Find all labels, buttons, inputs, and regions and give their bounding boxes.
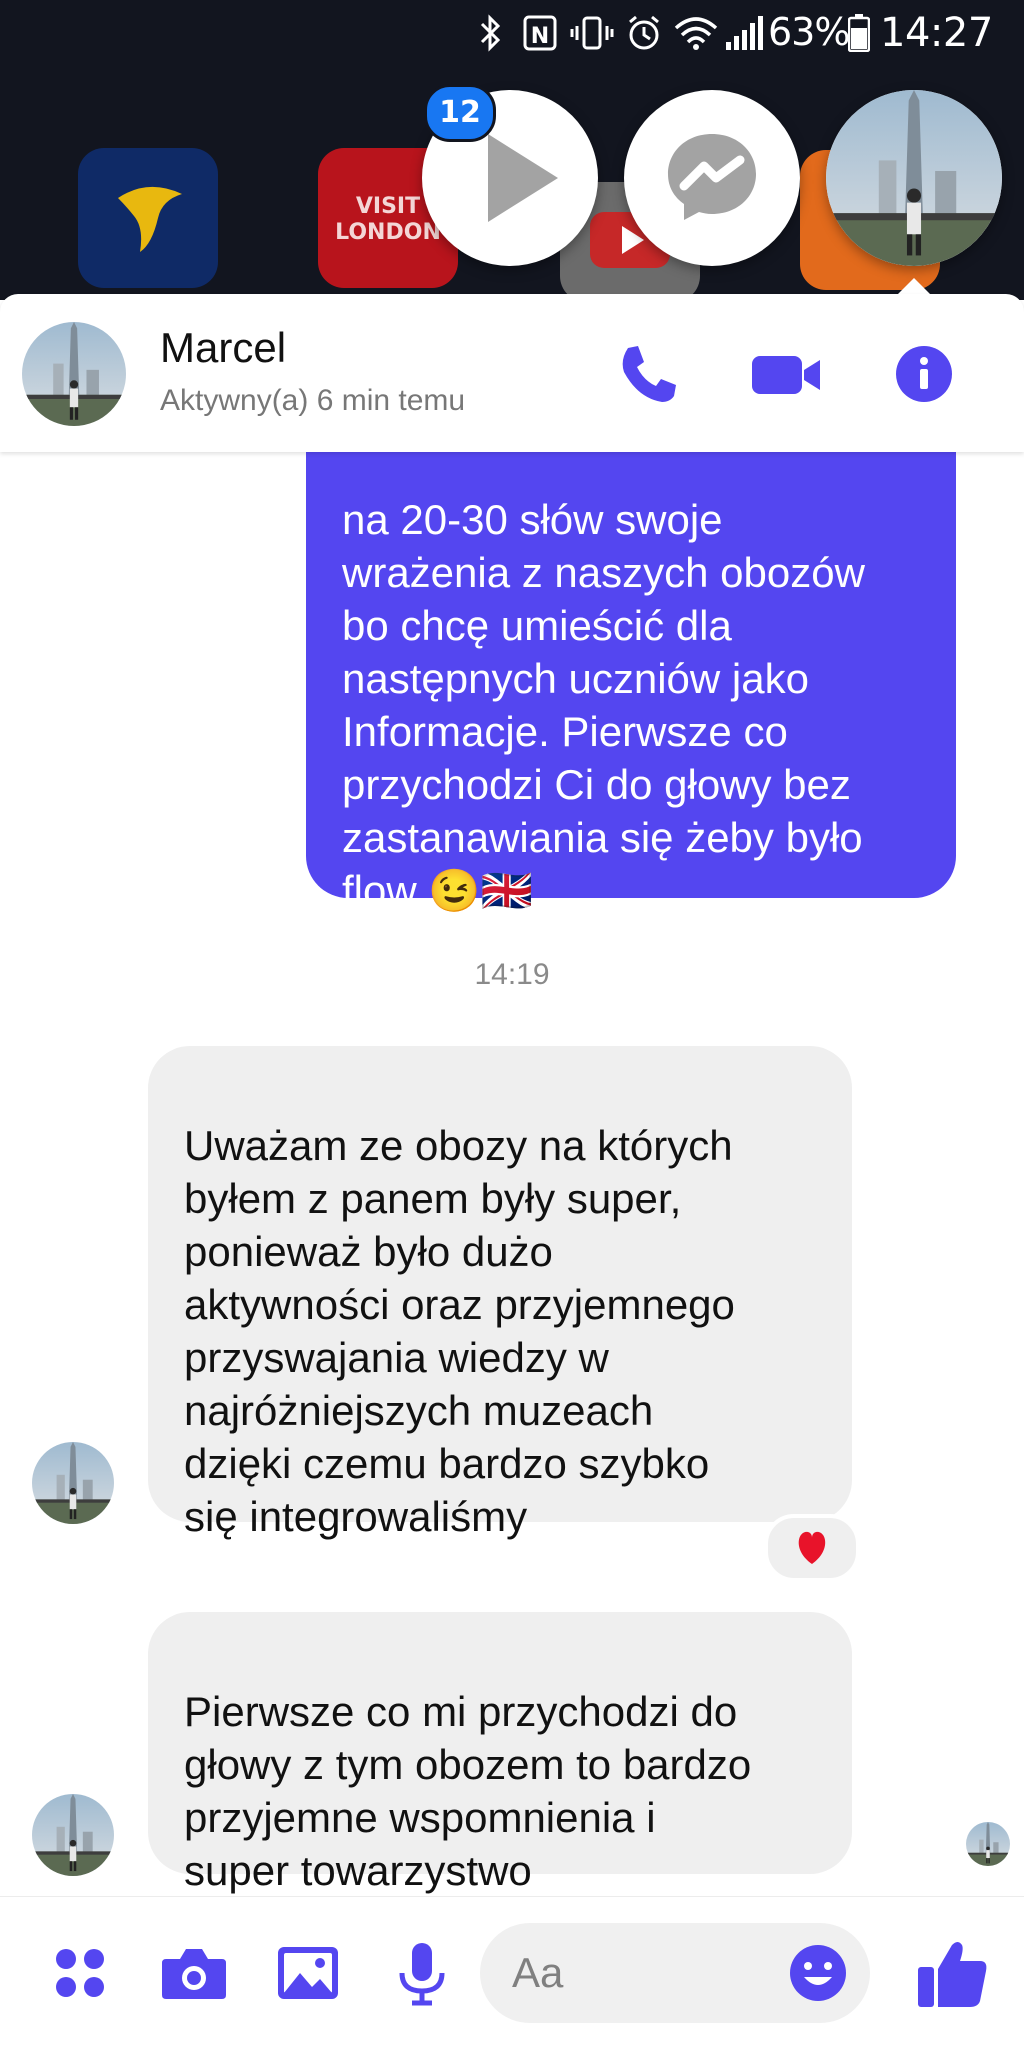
status-clock: 14:27 — [880, 10, 993, 56]
message-list[interactable]: na 20-30 słów swoje wrażenia z naszych o… — [0, 452, 1024, 1896]
svg-text:N: N — [531, 24, 549, 49]
apps-button[interactable] — [42, 1935, 118, 2011]
info-button[interactable] — [884, 334, 964, 414]
sender-avatar[interactable] — [32, 1442, 114, 1524]
image-icon — [278, 1947, 338, 1999]
avatar-image — [826, 90, 1002, 266]
received-message-text: Uważam ze obozy na których byłem z panem… — [184, 1122, 735, 1540]
microphone-icon — [399, 1943, 445, 2006]
apps-icon — [56, 1949, 104, 1997]
avatar-image — [22, 322, 126, 426]
signal-icon — [726, 16, 763, 50]
message-composer — [0, 1896, 1024, 2049]
contact-avatar[interactable] — [22, 322, 126, 426]
harp-logo-icon — [118, 186, 182, 252]
chat-head-messenger[interactable] — [624, 90, 800, 266]
camera-icon — [162, 1949, 226, 1999]
chat-head-marcel-avatar[interactable] — [826, 90, 1002, 266]
video-icon — [752, 356, 820, 394]
heart-icon — [798, 1531, 826, 1564]
message-timestamp: 14:19 — [474, 958, 550, 991]
background-app-tile-ryanair — [78, 148, 218, 288]
wifi-icon — [674, 17, 718, 50]
received-message-text: Pierwsze co mi przychodzi do głowy z tym… — [184, 1688, 752, 1894]
vibrate-icon — [570, 16, 614, 50]
seen-receipt-avatar — [966, 1822, 1010, 1866]
received-message-bubble[interactable]: Uważam ze obozy na których byłem z panem… — [148, 1046, 852, 1540]
avatar-image — [966, 1822, 1010, 1866]
sender-avatar[interactable] — [32, 1794, 114, 1876]
emoji-button[interactable] — [786, 1941, 850, 2005]
video-call-button[interactable] — [746, 334, 826, 414]
emoji-icon — [790, 1945, 846, 2001]
camera-button[interactable] — [156, 1935, 232, 2011]
chat-heads-overlay: VISIT LONDON N 63% 14:27 12 — [0, 0, 1024, 300]
thumbs-up-icon — [918, 1942, 987, 2007]
battery-percentage: 63% — [768, 10, 850, 54]
avatar-image — [32, 1794, 114, 1876]
voice-message-button[interactable] — [384, 1935, 460, 2011]
notification-badge: 12 — [424, 84, 496, 142]
battery-icon — [848, 14, 870, 52]
bluetooth-icon — [480, 14, 501, 52]
gallery-button[interactable] — [270, 1935, 346, 2011]
nfc-icon: N — [523, 15, 557, 51]
voice-call-button[interactable] — [608, 334, 688, 414]
avatar-image — [32, 1442, 114, 1524]
message-reaction[interactable] — [764, 1514, 860, 1582]
status-bar: N 63% 14:27 — [0, 0, 1024, 66]
contact-active-status: Aktywny(a) 6 min temu — [160, 384, 466, 417]
sent-message-text: na 20-30 słów swoje wrażenia z naszych o… — [342, 496, 865, 914]
sent-message-bubble[interactable]: na 20-30 słów swoje wrażenia z naszych o… — [306, 452, 956, 914]
info-icon — [896, 346, 952, 402]
like-button[interactable] — [910, 1931, 994, 2015]
alarm-icon — [629, 15, 659, 50]
contact-name[interactable]: Marcel — [160, 324, 286, 372]
received-message-bubble[interactable]: Pierwsze co mi przychodzi do głowy z tym… — [148, 1612, 852, 1894]
messenger-icon — [668, 134, 756, 220]
phone-icon — [622, 346, 676, 402]
conversation-header: Marcel Aktywny(a) 6 min temu — [0, 294, 1024, 452]
